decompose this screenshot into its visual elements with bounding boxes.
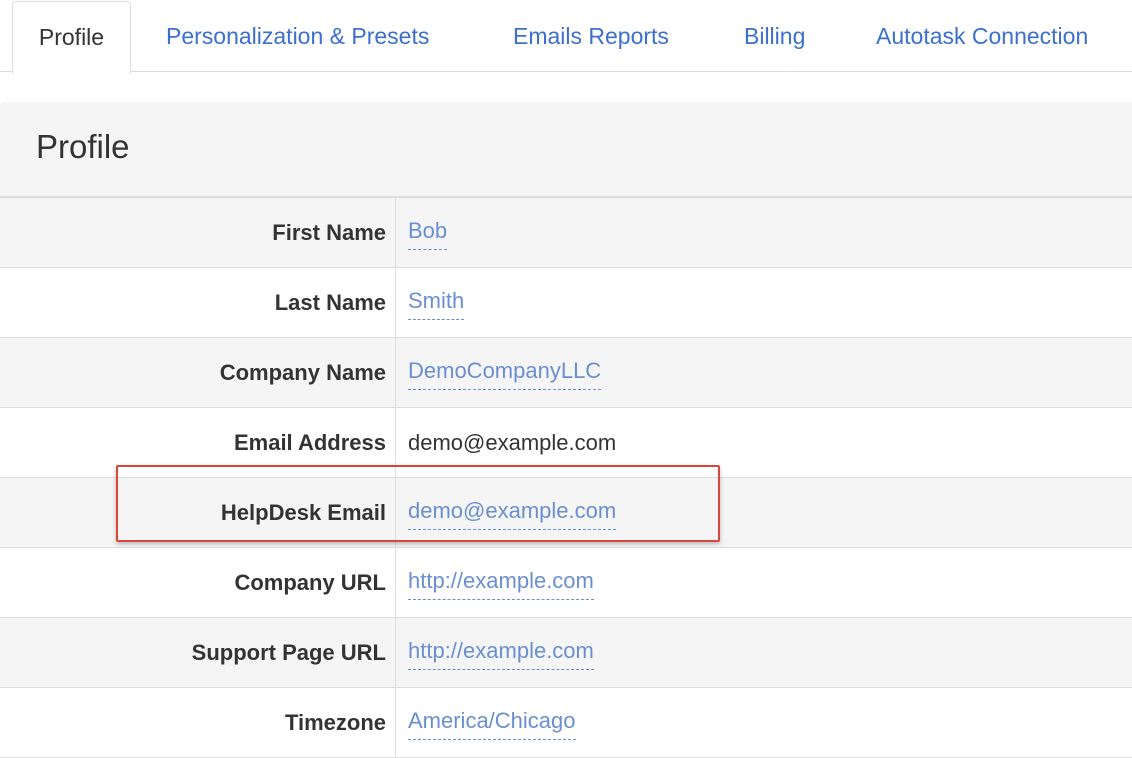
field-value[interactable]: demo@example.com bbox=[408, 498, 617, 530]
settings-tabs: Profile Personalization & Presets Emails… bbox=[0, 0, 1132, 74]
field-row-helpdesk-email: HelpDesk Email demo@example.com bbox=[0, 478, 1132, 548]
field-value[interactable]: http://example.com bbox=[408, 638, 594, 670]
field-row-email-address: Email Address demo@example.com bbox=[0, 408, 1132, 478]
tab-autotask-connection[interactable]: Autotask Connection bbox=[876, 0, 1088, 72]
last-name-editable[interactable]: Smith bbox=[408, 268, 465, 338]
profile-panel: Profile First Name Bob Last Name Smith C… bbox=[0, 102, 1132, 758]
field-value[interactable]: Smith bbox=[408, 288, 465, 320]
field-label: Email Address bbox=[233, 430, 386, 455]
first-name-editable[interactable]: Bob bbox=[408, 198, 448, 268]
divider bbox=[395, 408, 396, 478]
company-name-editable[interactable]: DemoCompanyLLC bbox=[408, 338, 602, 408]
field-row-support-page-url: Support Page URL http://example.com bbox=[0, 618, 1132, 688]
field-label: First Name bbox=[272, 220, 386, 245]
field-label: Timezone bbox=[284, 710, 386, 735]
email-address-value: demo@example.com bbox=[408, 430, 617, 455]
helpdesk-email-editable[interactable]: demo@example.com bbox=[408, 478, 617, 548]
tab-billing[interactable]: Billing bbox=[744, 0, 805, 72]
field-label: Company Name bbox=[219, 360, 386, 385]
tab-emails-reports[interactable]: Emails Reports bbox=[513, 0, 669, 72]
tab-personalization-presets[interactable]: Personalization & Presets bbox=[166, 0, 429, 72]
tab-profile[interactable]: Profile bbox=[12, 1, 131, 74]
field-value[interactable]: America/Chicago bbox=[408, 708, 576, 740]
field-label: Company URL bbox=[234, 570, 386, 595]
field-value[interactable]: http://example.com bbox=[408, 568, 594, 600]
support-page-url-editable[interactable]: http://example.com bbox=[408, 618, 594, 688]
divider bbox=[395, 548, 396, 618]
field-label: HelpDesk Email bbox=[220, 500, 386, 525]
field-row-timezone: Timezone America/Chicago bbox=[0, 688, 1132, 758]
field-value[interactable]: DemoCompanyLLC bbox=[408, 358, 602, 390]
timezone-editable[interactable]: America/Chicago bbox=[408, 688, 576, 758]
field-row-company-url: Company URL http://example.com bbox=[0, 548, 1132, 618]
divider bbox=[395, 268, 396, 338]
divider bbox=[395, 688, 396, 758]
panel-heading: Profile bbox=[0, 102, 1132, 198]
divider bbox=[395, 618, 396, 688]
field-row-company-name: Company Name DemoCompanyLLC bbox=[0, 338, 1132, 408]
divider bbox=[395, 478, 396, 548]
field-row-first-name: First Name Bob bbox=[0, 198, 1132, 268]
field-label: Support Page URL bbox=[191, 640, 386, 665]
company-url-editable[interactable]: http://example.com bbox=[408, 548, 594, 618]
page-title: Profile bbox=[36, 128, 130, 165]
profile-fields: First Name Bob Last Name Smith Company N… bbox=[0, 198, 1132, 758]
field-row-last-name: Last Name Smith bbox=[0, 268, 1132, 338]
field-label: Last Name bbox=[274, 290, 386, 315]
field-value[interactable]: Bob bbox=[408, 218, 448, 250]
divider bbox=[395, 338, 396, 408]
divider bbox=[395, 198, 396, 268]
